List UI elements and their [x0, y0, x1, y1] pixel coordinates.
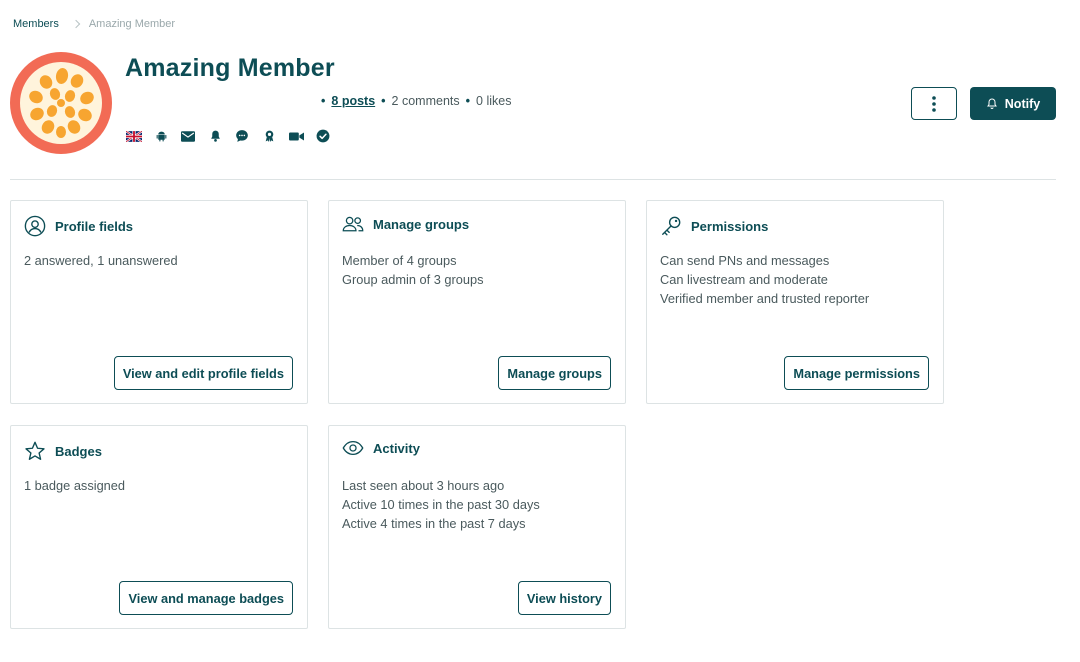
manage-groups-card: Manage groups Member of 4 groups Group a…: [328, 200, 626, 404]
card-title: Manage groups: [373, 216, 470, 232]
card-line: Member of 4 groups: [342, 253, 457, 268]
separator-dot: •: [381, 94, 386, 108]
card-header: Profile fields: [24, 215, 133, 237]
manage-groups-button[interactable]: Manage groups: [498, 356, 611, 390]
badges-card: Badges 1 badge assigned View and manage …: [10, 425, 308, 629]
card-header: Badges: [24, 440, 102, 462]
user-circle-icon: [24, 215, 46, 237]
permissions-card: Permissions Can send PNs and messages Ca…: [646, 200, 944, 404]
separator-dot: •: [465, 94, 471, 108]
breadcrumb: Members Amazing Member: [13, 18, 175, 30]
header-divider: [10, 179, 1056, 180]
card-header: Activity: [342, 440, 420, 456]
member-name: Amazing Member: [125, 54, 335, 82]
verified-check-icon: [315, 129, 331, 143]
video-icon: [288, 129, 304, 143]
key-icon: [662, 216, 681, 236]
bell-outline-icon: [986, 98, 997, 109]
card-line: 2 answered, 1 unanswered: [24, 253, 178, 268]
posts-link[interactable]: 8 posts: [331, 94, 375, 108]
card-line: Can livestream and moderate: [660, 272, 828, 287]
card-line: Active 10 times in the past 30 days: [342, 497, 540, 512]
status-icons: [126, 129, 331, 143]
card-title: Profile fields: [55, 218, 134, 234]
card-title: Badges: [55, 443, 102, 459]
view-history-button[interactable]: View history: [517, 581, 611, 615]
chat-icon: [234, 129, 250, 143]
uk-flag-icon: [126, 129, 142, 143]
eye-icon: [342, 441, 364, 455]
card-line: Group admin of 3 groups: [342, 272, 484, 287]
comments-count: 2 comments: [391, 94, 460, 108]
activity-card: Activity Last seen about 3 hours ago Act…: [328, 425, 626, 629]
card-description: Last seen about 3 hours ago Active 10 ti…: [342, 476, 540, 533]
bell-icon: [207, 129, 223, 143]
card-line: 1 badge assigned: [24, 478, 126, 493]
notify-button[interactable]: Notify: [970, 87, 1056, 120]
card-line: Can send PNs and messages: [660, 253, 830, 268]
avatar: [10, 52, 112, 154]
mail-icon: [180, 129, 196, 143]
more-options-button[interactable]: [911, 87, 957, 120]
card-description: 2 answered, 1 unanswered: [24, 251, 178, 270]
card-title: Activity: [373, 440, 420, 456]
manage-permissions-button[interactable]: Manage permissions: [784, 356, 929, 390]
card-header: Manage groups: [342, 215, 469, 233]
badge-icon: [261, 129, 277, 143]
card-description: 1 badge assigned: [24, 476, 125, 495]
card-line: Last seen about 3 hours ago: [342, 478, 505, 493]
star-icon: [25, 441, 45, 460]
users-group-icon: [342, 216, 364, 232]
card-description: Can send PNs and messages Can livestream…: [660, 251, 869, 308]
card-line: Active 4 times in the past 7 days: [342, 516, 526, 531]
card-title: Permissions: [691, 218, 769, 234]
android-icon: [153, 129, 169, 143]
profile-fields-card: Profile fields 2 answered, 1 unanswered …: [10, 200, 308, 404]
view-edit-profile-fields-button[interactable]: View and edit profile fields: [113, 356, 293, 390]
vertical-dots-icon: [932, 95, 936, 112]
card-header: Permissions: [660, 215, 768, 237]
card-line: Verified member and trusted reporter: [660, 291, 870, 306]
view-manage-badges-button[interactable]: View and manage badges: [119, 581, 293, 615]
separator-dot: •: [321, 94, 326, 108]
chevron-right-icon: [71, 19, 81, 29]
card-description: Member of 4 groups Group admin of 3 grou…: [342, 251, 484, 289]
breadcrumb-members-link[interactable]: Members: [13, 18, 59, 30]
notify-label: Notify: [1004, 96, 1041, 111]
likes-count: 0 likes: [476, 94, 512, 108]
member-stats: • 8 posts • 2 comments • 0 likes: [321, 94, 511, 108]
breadcrumb-current: Amazing Member: [88, 18, 176, 30]
